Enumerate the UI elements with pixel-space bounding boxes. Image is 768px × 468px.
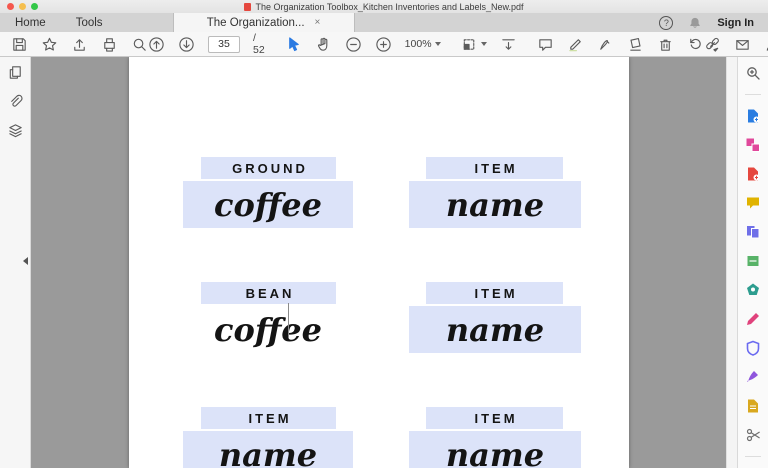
more-tools-icon[interactable] xyxy=(745,427,761,443)
layers-icon[interactable] xyxy=(7,122,24,139)
sign-pen-icon[interactable] xyxy=(597,36,614,53)
export-pdf-tool-icon[interactable] xyxy=(745,108,761,124)
comment-icon[interactable] xyxy=(537,36,554,53)
page-thumbnails-icon[interactable] xyxy=(7,64,24,81)
hand-pan-icon[interactable] xyxy=(315,36,332,53)
content-area: GROUND coffee ITEM name BEAN coffee ITEM… xyxy=(0,57,768,468)
save-icon[interactable] xyxy=(11,36,28,53)
window-title: The Organization Toolbox_Kitchen Invento… xyxy=(255,2,523,12)
fullscreen-window-button[interactable] xyxy=(31,3,38,10)
acrobat-window: The Organization Toolbox_Kitchen Invento… xyxy=(0,0,768,468)
zoom-level-dropdown[interactable]: 100% xyxy=(405,38,441,50)
certificates-tool-icon[interactable] xyxy=(745,369,761,385)
share-with-people-icon[interactable] xyxy=(764,36,768,53)
star-bookmark-icon[interactable] xyxy=(41,36,58,53)
fit-width-icon[interactable] xyxy=(500,36,517,53)
label-name-field[interactable]: coffee xyxy=(183,181,353,228)
label-header-field[interactable]: GROUND xyxy=(201,157,336,179)
organize-pages-tool-icon[interactable] xyxy=(745,224,761,240)
page-display-icon xyxy=(461,36,478,53)
zoom-level-value: 100% xyxy=(405,38,432,50)
undo-icon[interactable] xyxy=(687,36,704,53)
tools-panel-bar xyxy=(737,57,768,468)
label-header-field[interactable]: ITEM xyxy=(426,407,563,429)
tab-home[interactable]: Home xyxy=(0,13,61,32)
combine-files-tool-icon[interactable] xyxy=(745,137,761,153)
search-tools-icon[interactable] xyxy=(745,65,761,81)
zoom-dropdown-caret-icon xyxy=(435,42,441,46)
window-title-area: The Organization Toolbox_Kitchen Invento… xyxy=(0,0,768,13)
label-name-field[interactable]: name xyxy=(409,431,581,468)
stamp-icon[interactable] xyxy=(627,36,644,53)
delete-trash-icon[interactable] xyxy=(657,36,674,53)
tab-tools[interactable]: Tools xyxy=(61,13,118,32)
tab-document-label: The Organization... xyxy=(207,17,305,29)
tabbar-right-controls: ? Sign In xyxy=(659,13,768,32)
label-header-field[interactable]: ITEM xyxy=(426,157,563,179)
minimize-window-button[interactable] xyxy=(19,3,26,10)
help-icon[interactable]: ? xyxy=(659,16,673,30)
label-name-field[interactable]: name xyxy=(409,306,581,353)
select-cursor-icon[interactable] xyxy=(285,36,302,53)
label-header-field[interactable]: BEAN xyxy=(201,282,336,304)
print-icon[interactable] xyxy=(101,36,118,53)
label-header-field[interactable]: ITEM xyxy=(426,282,563,304)
notifications-bell-icon[interactable] xyxy=(688,16,702,30)
document-viewport: GROUND coffee ITEM name BEAN coffee ITEM… xyxy=(31,57,726,468)
protect-tool-icon[interactable] xyxy=(745,340,761,356)
find-search-icon[interactable] xyxy=(131,36,148,53)
pdf-file-icon xyxy=(244,3,251,11)
tab-close-icon[interactable]: × xyxy=(315,17,321,28)
sign-in-button[interactable]: Sign In xyxy=(717,17,754,29)
label-name-field-editing[interactable]: coffee xyxy=(183,306,353,353)
scan-ocr-tool-icon[interactable] xyxy=(745,253,761,269)
label-name-field[interactable]: name xyxy=(409,181,581,228)
close-window-button[interactable] xyxy=(7,3,14,10)
page-total-label: / 52 xyxy=(253,32,265,56)
left-panel-collapse-arrow-icon[interactable] xyxy=(23,257,28,265)
window-titlebar: The Organization Toolbox_Kitchen Invento… xyxy=(0,0,768,13)
page-display-dropdown[interactable] xyxy=(461,36,487,53)
tab-bar: Home Tools The Organization... × ? Sign … xyxy=(0,13,768,32)
zoom-out-icon[interactable] xyxy=(345,36,362,53)
prepare-form-tool-icon[interactable] xyxy=(745,398,761,414)
attachments-paperclip-icon[interactable] xyxy=(7,93,24,110)
previous-page-icon[interactable] xyxy=(148,36,165,53)
create-pdf-tool-icon[interactable] xyxy=(745,166,761,182)
zoom-in-icon[interactable] xyxy=(375,36,392,53)
email-icon[interactable] xyxy=(734,36,751,53)
next-page-icon[interactable] xyxy=(178,36,195,53)
action-wizard-tool-icon[interactable] xyxy=(745,282,761,298)
vertical-scrollbar[interactable] xyxy=(726,57,737,468)
tab-document[interactable]: The Organization... × xyxy=(173,13,355,32)
comment-tool-icon[interactable] xyxy=(745,195,761,211)
fill-sign-tool-icon[interactable] xyxy=(745,311,761,327)
share-upload-icon[interactable] xyxy=(71,36,88,53)
share-link-icon[interactable] xyxy=(704,36,721,53)
page-display-caret-icon xyxy=(481,42,487,46)
label-name-field[interactable]: name xyxy=(183,431,353,468)
label-header-field[interactable]: ITEM xyxy=(201,407,336,429)
pdf-page[interactable]: GROUND coffee ITEM name BEAN coffee ITEM… xyxy=(129,57,629,468)
main-toolbar: 35 / 52 100% xyxy=(0,32,768,57)
page-number-input[interactable]: 35 xyxy=(208,36,240,53)
highlight-pencil-icon[interactable] xyxy=(567,36,584,53)
text-cursor xyxy=(288,303,289,338)
